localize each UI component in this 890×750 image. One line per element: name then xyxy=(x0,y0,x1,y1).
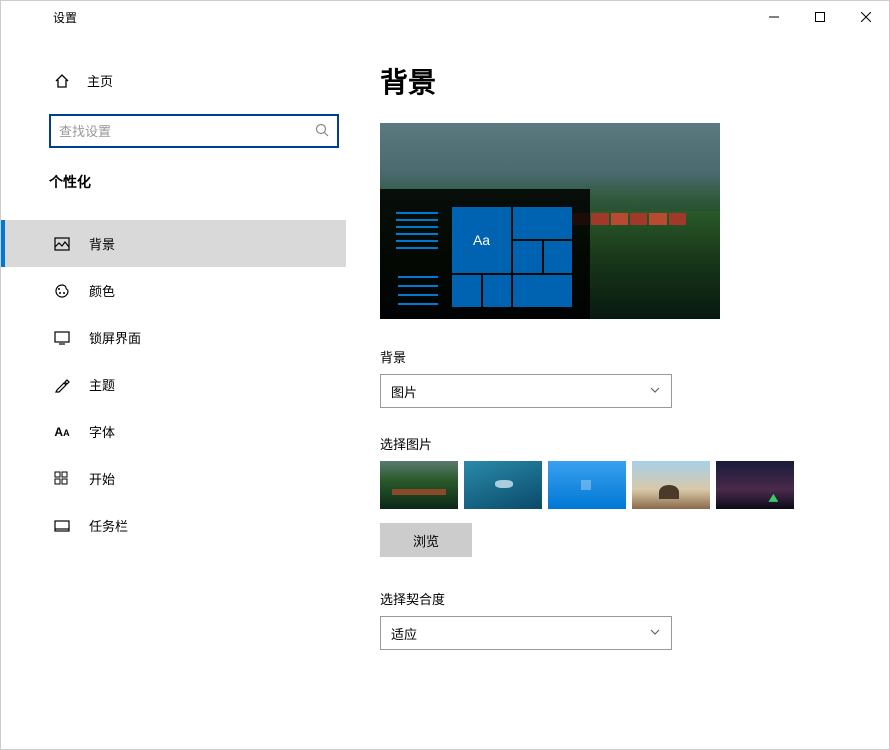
choose-picture-label: 选择图片 xyxy=(380,434,849,453)
picture-thumb-5[interactable] xyxy=(716,461,794,509)
search-input[interactable] xyxy=(59,124,315,139)
dropdown-value: 图片 xyxy=(391,382,417,401)
minimize-button[interactable] xyxy=(751,1,797,33)
app-title: 设置 xyxy=(53,9,77,26)
close-button[interactable] xyxy=(843,1,889,33)
sidebar-item-label: 开始 xyxy=(89,469,115,488)
sidebar-item-background[interactable]: 背景 xyxy=(1,220,346,267)
close-icon xyxy=(861,12,871,22)
preview-tile-sample: Aa xyxy=(452,207,511,273)
picture-thumb-3[interactable] xyxy=(548,461,626,509)
picture-thumb-4[interactable] xyxy=(632,461,710,509)
search-icon xyxy=(315,123,329,140)
sidebar-item-taskbar[interactable]: 任务栏 xyxy=(1,502,346,549)
search-container xyxy=(49,114,339,148)
background-type-label: 背景 xyxy=(380,347,849,366)
sidebar-item-fonts[interactable]: AA 字体 xyxy=(1,408,346,455)
search-box[interactable] xyxy=(49,114,339,148)
browse-button[interactable]: 浏览 xyxy=(380,523,472,557)
content-area: 背景 Aa 背景 图片 选择图片 xyxy=(346,33,889,749)
page-title: 背景 xyxy=(380,61,849,101)
sidebar-item-themes[interactable]: 主题 xyxy=(1,361,346,408)
sidebar-item-label: 锁屏界面 xyxy=(89,328,141,347)
maximize-icon xyxy=(815,12,825,22)
settings-window: 设置 主页 xyxy=(0,0,890,750)
taskbar-icon xyxy=(53,517,71,535)
picture-thumb-2[interactable] xyxy=(464,461,542,509)
home-label: 主页 xyxy=(87,71,113,90)
home-button[interactable]: 主页 xyxy=(1,63,346,98)
theme-icon xyxy=(53,376,71,394)
start-icon xyxy=(53,470,71,488)
palette-icon xyxy=(53,282,71,300)
preview-start-tiles: Aa xyxy=(452,207,572,307)
background-type-dropdown[interactable]: 图片 xyxy=(380,374,672,408)
dropdown-value: 适应 xyxy=(391,624,417,643)
home-icon xyxy=(53,72,71,90)
sidebar-item-label: 任务栏 xyxy=(89,516,128,535)
desktop-preview: Aa xyxy=(380,123,720,319)
sidebar-item-label: 字体 xyxy=(89,422,115,441)
picture-thumbnails xyxy=(380,461,849,509)
category-heading: 个性化 xyxy=(1,166,346,198)
sidebar: 主页 个性化 背景 xyxy=(1,33,346,749)
chevron-down-icon xyxy=(649,383,661,399)
sidebar-item-label: 主题 xyxy=(89,375,115,394)
font-icon: AA xyxy=(53,423,71,441)
sidebar-item-label: 背景 xyxy=(89,234,115,253)
picture-thumb-1[interactable] xyxy=(380,461,458,509)
lockscreen-icon xyxy=(53,329,71,347)
fit-label: 选择契合度 xyxy=(380,589,849,608)
fit-dropdown[interactable]: 适应 xyxy=(380,616,672,650)
maximize-button[interactable] xyxy=(797,1,843,33)
sidebar-item-colors[interactable]: 颜色 xyxy=(1,267,346,314)
titlebar: 设置 xyxy=(1,1,889,33)
picture-icon xyxy=(53,235,71,253)
sidebar-item-lockscreen[interactable]: 锁屏界面 xyxy=(1,314,346,361)
chevron-down-icon xyxy=(649,625,661,641)
minimize-icon xyxy=(769,12,779,22)
sidebar-item-label: 颜色 xyxy=(89,281,115,300)
sidebar-item-start[interactable]: 开始 xyxy=(1,455,346,502)
window-body: 主页 个性化 背景 xyxy=(1,33,889,749)
